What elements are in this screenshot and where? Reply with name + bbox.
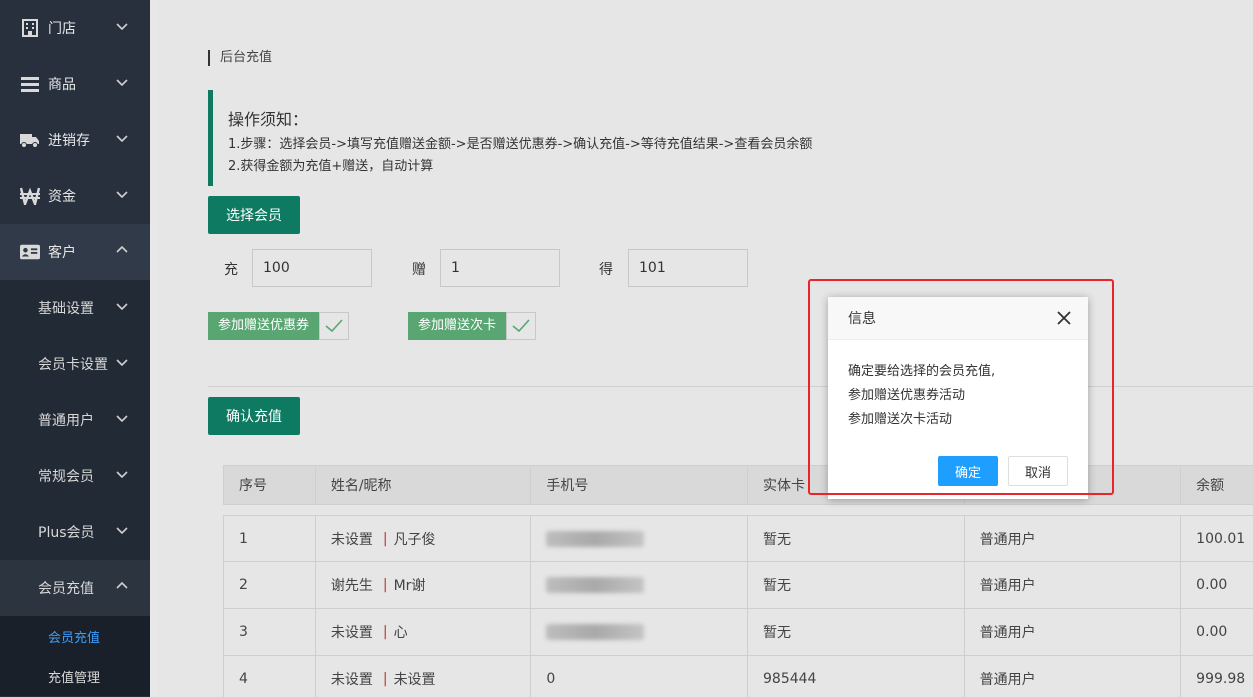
highlight-annotation-box xyxy=(808,279,1114,495)
